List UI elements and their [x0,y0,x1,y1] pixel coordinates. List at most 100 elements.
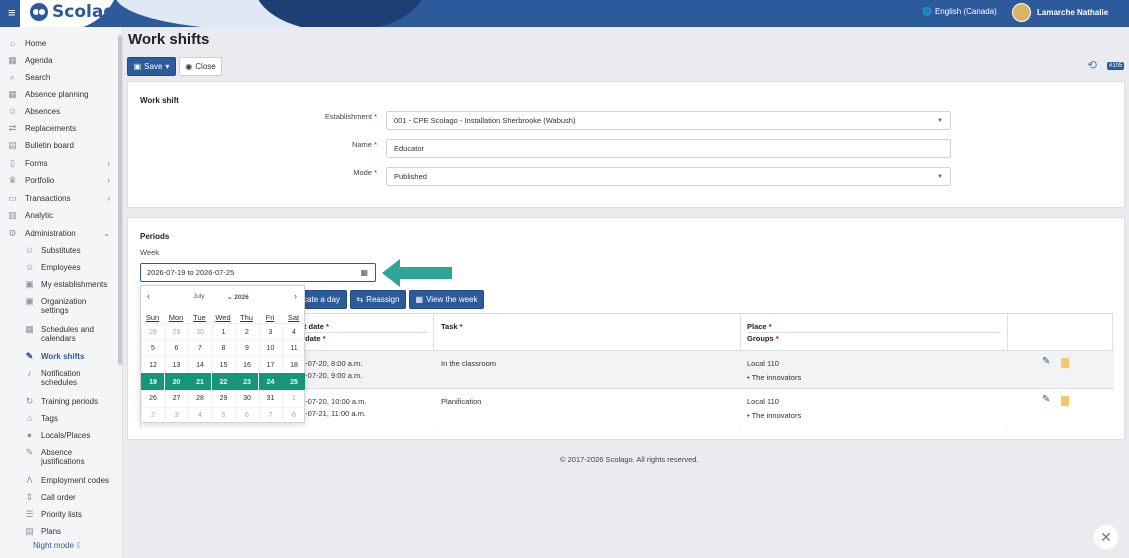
week-field[interactable]: 2026-07-19 to 2026-07-25 ▦ [140,263,376,282]
calendar-day[interactable]: 16 [235,356,258,374]
history-icon[interactable]: ⟲ [1087,59,1099,71]
calendar-day[interactable]: 30 [235,389,258,407]
calendar-day[interactable]: 6 [235,406,258,424]
establishment-select[interactable]: 001 - CPE Scolago - Installation Sherbro… [386,111,951,130]
calendar-day[interactable]: 5 [211,406,235,424]
sidebar-subitem-substitutes[interactable]: ☺ Substitutes [0,246,118,256]
sidebar-item-search[interactable]: ⌕ Search [0,73,118,83]
calendar-day[interactable]: 4 [188,406,211,424]
language-selector[interactable]: 🌐 English (Canada) [922,7,997,16]
calendar-day[interactable]: 29 [211,389,235,407]
menu-icon[interactable]: ≡ [8,6,19,19]
week-label: Week [140,248,160,257]
mode-select[interactable]: Published ▼ [386,167,951,186]
calendar-day[interactable]: 14 [188,356,211,374]
reassign-button[interactable]: ⇆ Reassign [350,290,406,309]
weekday-header: Mon [168,313,184,322]
close-button[interactable]: ◉ Close [179,57,222,76]
save-button[interactable]: ▣ Save ▾ [127,57,176,76]
edit-icon[interactable]: ✎ [1042,394,1050,405]
sidebar-subitem-priority-lists[interactable]: ☰ Priority lists [0,510,118,520]
calendar-day[interactable]: 2 [235,323,258,340]
calendar-day[interactable]: 1 [282,389,305,407]
sidebar-item-portfolio[interactable]: ♛ Portfolio › [0,176,118,186]
calendar-day[interactable]: 8 [211,339,235,357]
calendar-day[interactable]: 17 [258,356,282,374]
calendar-day[interactable]: 30 [188,323,211,340]
calendar-day[interactable]: 5 [141,339,164,357]
night-mode-toggle[interactable]: Night mode ☾ [33,541,83,550]
users-icon: ☺ [24,262,35,272]
sidebar-subitem-my-establishments[interactable]: ▣ My establishments [0,280,118,290]
sidebar-item-replacements[interactable]: ⇄ Replacements [0,124,118,134]
calendar-day[interactable]: 3 [164,406,188,424]
sidebar-subitem-plans[interactable]: ▤ Plans [0,527,118,537]
calendar-day[interactable]: 27 [164,389,188,407]
calendar-icon: ▦ [415,295,424,304]
calendar-day[interactable]: 18 [282,356,305,374]
week-datepicker[interactable]: ‹ July ⌄ 2026 › Sun Mon Tue Wed Thu Fri Sat 28 2… [140,285,305,424]
sidebar-subitem-training-periods[interactable]: ↻ Training periods [0,397,118,407]
edit-icon[interactable]: ✎ [1042,356,1050,367]
sidebar-subitem-work-shifts[interactable]: ✎ Work shifts [0,352,118,362]
calendar-day[interactable]: 10 [258,339,282,357]
calendar-day[interactable]: 19 [141,373,164,391]
calendar-day[interactable]: 9 [235,339,258,357]
sidebar-item-analytic[interactable]: ▥ Analytic [0,211,118,221]
calendar-day[interactable]: 24 [258,373,282,391]
calendar-day[interactable]: 22 [211,373,235,391]
prev-month-icon[interactable]: ‹ [147,291,150,301]
sidebar-scrollbar[interactable] [118,35,122,365]
calendar-day[interactable]: 4 [282,323,305,340]
close-icon[interactable]: ✕ [1093,524,1119,550]
sidebar-subitem-organization-settings[interactable]: ▣ Organization settings [0,297,112,316]
sidebar-subitem-employment-codes[interactable]: Λ Employment codes [0,476,118,486]
calendar-day[interactable]: 8 [282,406,305,424]
trash-icon[interactable] [1061,358,1069,368]
sidebar-item-agenda[interactable]: ▦ Agenda [0,56,118,66]
calendar-day[interactable]: 1 [211,323,235,340]
owl-logo-icon [30,3,48,21]
calendar-day[interactable]: 21 [188,373,211,391]
sidebar-subitem-employees[interactable]: ☺ Employees [0,262,118,273]
sidebar-subitem-notification-schedules[interactable]: ♪ Notification schedules [0,369,112,388]
sidebar-item-absences[interactable]: ☺ Absences [0,107,118,117]
calendar-day[interactable]: 2 [141,406,164,424]
calendar-day[interactable]: 3 [258,323,282,340]
calendar-day[interactable]: 26 [141,389,164,407]
calendar-day[interactable]: 13 [164,356,188,374]
calendar-day[interactable]: 7 [188,339,211,357]
calendar-day[interactable]: 29 [164,323,188,340]
sidebar-item-absence-planning[interactable]: ▦ Absence planning [0,90,118,100]
trash-icon[interactable] [1061,396,1069,406]
calendar-day[interactable]: 7 [258,406,282,424]
calendar-day[interactable]: 11 [282,339,305,357]
calendar-day[interactable]: 23 [235,373,258,391]
sidebar-item-transactions[interactable]: ▭ Transactions › [0,194,118,204]
calendar-day[interactable]: 28 [141,323,164,340]
calendar-day[interactable]: 6 [164,339,188,357]
calendar-day[interactable]: 25 [282,373,305,391]
calendar-day[interactable]: 31 [258,389,282,407]
calendar-day[interactable]: 20 [164,373,188,391]
sidebar-item-bulletin-board[interactable]: ▤ Bulletin board [0,141,118,151]
name-field[interactable]: Educator [386,139,951,158]
arrow-pointer-icon [382,259,452,287]
sidebar-subitem-call-order[interactable]: ⇕ Call order [0,493,118,503]
sidebar-item-forms[interactable]: ▯ Forms › [0,159,118,169]
year-select[interactable]: ⌄ 2026 [227,293,249,301]
sidebar-subitem-schedules[interactable]: ▦ Schedules and calendars [0,325,112,344]
sidebar-subitem-locals-places[interactable]: ● Locals/Places [0,431,118,441]
user-menu[interactable]: Lamarche Nathalie [1012,3,1108,22]
sidebar-item-administration[interactable]: ⚙ Administration ⌄ [0,229,118,239]
sidebar-subitem-absence-justifications[interactable]: ✎ Absence justifications [0,448,112,467]
view-week-button[interactable]: ▦ View the week [409,290,484,309]
month-select[interactable]: July [193,293,205,300]
sidebar-subitem-tags[interactable]: ⌂ Tags [0,414,118,424]
sidebar-item-home[interactable]: ⌂ Home [0,39,118,49]
calendar-day[interactable]: 15 [211,356,235,374]
next-month-icon[interactable]: › [294,291,297,301]
calendar-day[interactable]: 28 [188,389,211,407]
calendar-day[interactable]: 12 [141,356,164,374]
logo[interactable]: Scolago [30,2,127,22]
